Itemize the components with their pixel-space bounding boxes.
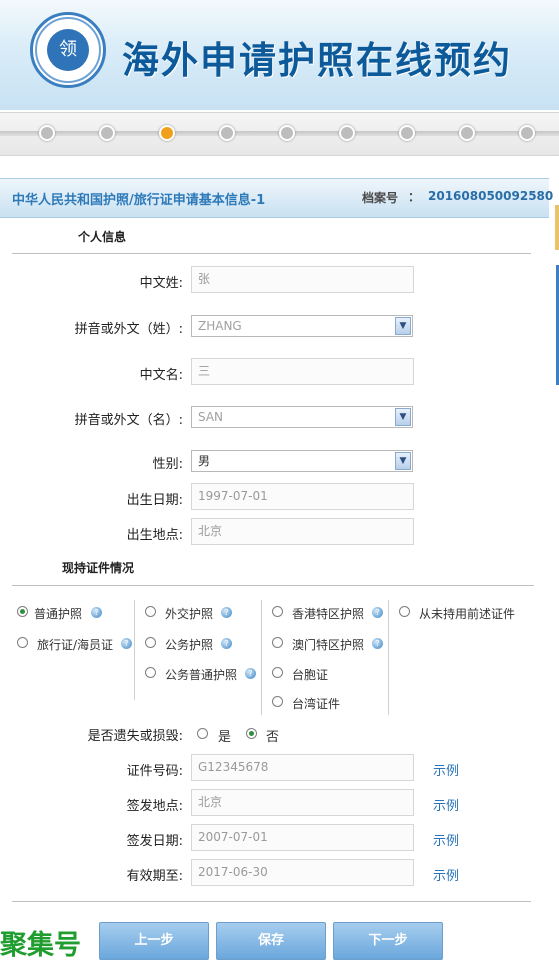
prev-step-button[interactable]: 上一步 (99, 922, 209, 960)
step-dot-8 (459, 125, 475, 141)
next-step-button[interactable]: 下一步 (333, 922, 443, 960)
help-icon[interactable]: ? (372, 607, 383, 618)
issue-place-label: 签发地点: (126, 799, 183, 814)
doc-option-label: 香港特区护照 (292, 607, 365, 621)
surname-py-value: ZHANG (198, 319, 242, 333)
column-divider (261, 600, 262, 715)
surname-cn-input[interactable]: 张 (191, 266, 414, 293)
help-icon[interactable]: ? (221, 638, 232, 649)
radio-ordinary-passport[interactable] (17, 606, 28, 617)
example-link[interactable]: 示例 (433, 865, 459, 884)
chevron-down-icon[interactable]: ▼ (395, 408, 411, 426)
section-header: 中华人民共和国护照/旅行证申请基本信息-1 档案号 ： 201608050092… (0, 178, 553, 218)
step-dot-4 (219, 125, 235, 141)
birth-place-input[interactable]: 北京 (191, 518, 414, 545)
help-icon[interactable]: ? (221, 607, 232, 618)
given-cn-input[interactable]: 三 (191, 358, 414, 385)
radio-macao-passport[interactable] (272, 637, 283, 648)
divider (12, 585, 534, 586)
birth-date-input[interactable]: 1997-07-01 (191, 483, 414, 510)
logo-emblem: 领 (47, 29, 89, 71)
radio-travel-doc[interactable] (17, 637, 28, 648)
file-number-value: 201608050092580 (428, 189, 554, 203)
given-cn-label: 中文名: (139, 368, 183, 383)
page-title: 海外申请护照在线预约 (122, 38, 512, 82)
surname-py-label: 拼音或外文（姓）: (74, 322, 183, 337)
help-icon[interactable]: ? (121, 638, 132, 649)
radio-lost-yes[interactable] (197, 728, 208, 739)
gender-label: 性别: (152, 457, 183, 472)
help-icon[interactable]: ? (245, 668, 256, 679)
step-dot-6 (339, 125, 355, 141)
chevron-down-icon[interactable]: ▼ (395, 452, 411, 470)
doc-option-label: 外交护照 (165, 607, 214, 621)
doc-option-label: 台湾证件 (292, 697, 341, 711)
file-number-colon: ： (408, 190, 421, 204)
doc-option-label: 公务护照 (165, 638, 214, 652)
radio-taiwan-compatriot[interactable] (272, 667, 283, 678)
file-number-label: 档案号 (362, 191, 399, 205)
birth-place-label: 出生地点: (126, 528, 183, 543)
divider (12, 901, 531, 902)
example-link[interactable]: 示例 (433, 760, 459, 779)
column-divider (388, 600, 389, 715)
radio-service-passport[interactable] (145, 637, 156, 648)
given-py-select[interactable]: SAN ▼ (191, 406, 413, 428)
step-dot-3-active (159, 125, 175, 141)
watermark: 聚集号 (0, 930, 81, 961)
surname-py-select[interactable]: ZHANG ▼ (191, 315, 413, 337)
help-icon[interactable]: ? (91, 607, 102, 618)
documents-heading: 现持证件情况 (62, 561, 135, 575)
column-divider (134, 600, 135, 700)
cert-number-input[interactable]: G12345678 (191, 754, 414, 781)
section-title: 中华人民共和国护照/旅行证申请基本信息-1 (12, 193, 266, 208)
issue-date-label: 签发日期: (126, 834, 183, 849)
step-dot-2 (99, 125, 115, 141)
help-icon[interactable]: ? (372, 638, 383, 649)
divider (12, 253, 531, 254)
lost-no-label: 否 (266, 730, 280, 745)
radio-never-held[interactable] (399, 606, 410, 617)
doc-option-label: 从未持用前述证件 (419, 607, 516, 621)
consular-logo: 领 (30, 12, 106, 88)
gender-select[interactable]: 男 ▼ (191, 450, 413, 472)
given-py-label: 拼音或外文（名）: (74, 413, 183, 428)
step-dot-5 (279, 125, 295, 141)
radio-public-affairs-passport[interactable] (145, 667, 156, 678)
doc-option-label: 台胞证 (292, 668, 329, 682)
doc-option-label: 普通护照 (34, 607, 83, 621)
radio-lost-no[interactable] (246, 728, 257, 739)
surname-cn-label: 中文姓: (139, 276, 183, 291)
example-link[interactable]: 示例 (433, 830, 459, 849)
expiry-label: 有效期至: (126, 869, 183, 884)
given-py-value: SAN (198, 410, 224, 424)
chevron-down-icon[interactable]: ▼ (395, 317, 411, 335)
birth-date-label: 出生日期: (126, 493, 183, 508)
lost-label: 是否遗失或损毁: (87, 729, 183, 744)
radio-diplomatic-passport[interactable] (145, 606, 156, 617)
doc-option-label: 旅行证/海员证 (37, 638, 114, 652)
step-dot-1 (39, 125, 55, 141)
cert-number-label: 证件号码: (126, 764, 183, 779)
step-dot-7 (399, 125, 415, 141)
header-banner: 领 海外申请护照在线预约 (0, 0, 559, 110)
expiry-input[interactable]: 2017-06-30 (191, 859, 414, 886)
step-dot-9 (519, 125, 535, 141)
example-link[interactable]: 示例 (433, 795, 459, 814)
save-button[interactable]: 保存 (216, 922, 326, 960)
step-progress (0, 112, 559, 156)
gender-value: 男 (198, 454, 211, 468)
issue-date-input[interactable]: 2007-07-01 (191, 824, 414, 851)
personal-info-heading: 个人信息 (78, 230, 127, 244)
lost-yes-label: 是 (218, 730, 232, 745)
radio-hk-passport[interactable] (272, 606, 283, 617)
doc-option-label: 公务普通护照 (165, 668, 238, 682)
side-tab-accent (555, 205, 559, 250)
radio-taiwan-doc[interactable] (272, 696, 283, 707)
issue-place-input[interactable]: 北京 (191, 789, 414, 816)
doc-option-label: 澳门特区护照 (292, 638, 365, 652)
